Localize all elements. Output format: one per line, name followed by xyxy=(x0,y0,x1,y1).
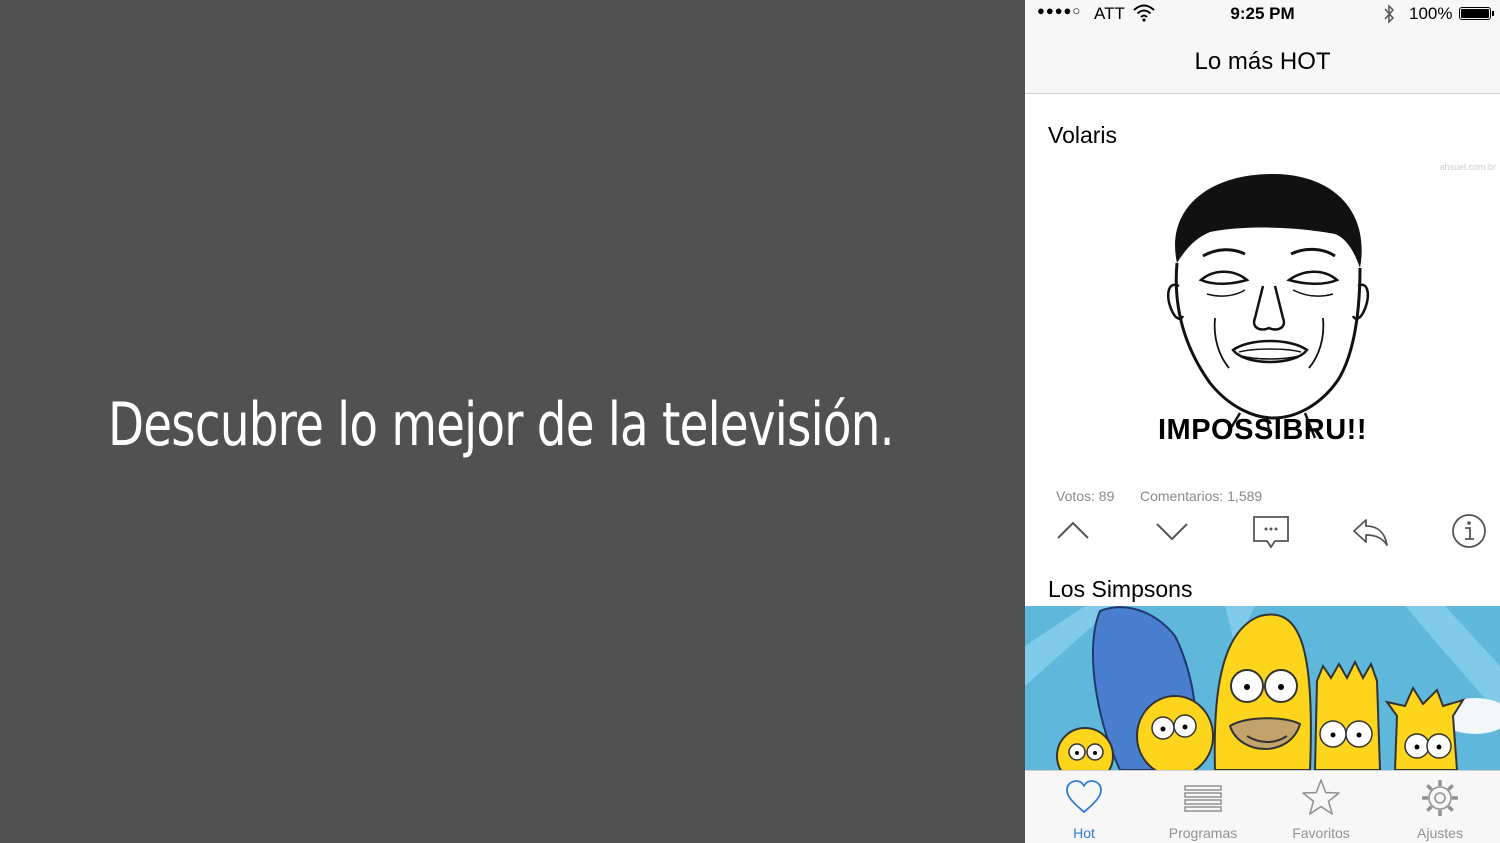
bluetooth-icon xyxy=(1384,4,1395,24)
tab-bar: Hot Programas Favoritos Ajustes xyxy=(1025,770,1500,843)
star-icon xyxy=(1302,779,1340,815)
info-icon xyxy=(1452,514,1486,548)
gear-icon xyxy=(1422,780,1458,816)
battery-percentage: 100% xyxy=(1409,4,1453,23)
list-icon xyxy=(1184,785,1222,812)
battery-cap xyxy=(1492,11,1494,16)
promo-tagline: Descubre lo mejor de la televisión. xyxy=(108,390,894,460)
chevron-down-icon xyxy=(1156,523,1188,541)
simpsons-image[interactable] xyxy=(1025,606,1500,770)
share-button[interactable] xyxy=(1350,511,1390,551)
upvote-button[interactable] xyxy=(1053,511,1093,551)
tab-favoritos[interactable]: Favoritos xyxy=(1262,771,1380,843)
chevron-up-icon xyxy=(1057,521,1089,539)
image-watermark: ahsuel.com.br xyxy=(1439,162,1496,172)
tab-programas[interactable]: Programas xyxy=(1144,771,1262,843)
tab-ajustes[interactable]: Ajustes xyxy=(1381,771,1499,843)
post-title[interactable]: Volaris xyxy=(1048,122,1117,149)
votes-count: Votos: 89 xyxy=(1056,488,1115,504)
tab-label: Ajustes xyxy=(1417,825,1463,841)
page-title: Lo más HOT xyxy=(1194,48,1331,75)
battery-icon xyxy=(1459,7,1491,20)
post-title[interactable]: Los Simpsons xyxy=(1048,576,1192,603)
phone-screen: ●●●●○ ATT 9:25 PM 100% Lo más HOT Volari… xyxy=(1025,0,1500,843)
heart-icon xyxy=(1066,780,1102,813)
status-bar: ●●●●○ ATT 9:25 PM 100% xyxy=(1025,0,1500,30)
downvote-button[interactable] xyxy=(1152,511,1192,551)
feed[interactable]: Volaris ahsuel.com.br IMPOSSIBRU!! Votos… xyxy=(1025,94,1500,770)
comments-count: Comentarios: 1,589 xyxy=(1140,488,1263,504)
meme-caption: IMPOSSIBRU!! xyxy=(1158,414,1367,446)
tab-hot[interactable]: Hot xyxy=(1025,771,1143,843)
tab-label: Favoritos xyxy=(1292,825,1350,841)
comment-button[interactable] xyxy=(1251,511,1291,551)
tab-label: Hot xyxy=(1073,825,1095,841)
info-button[interactable] xyxy=(1449,511,1489,551)
navigation-bar: Lo más HOT xyxy=(1025,30,1500,94)
tab-label: Programas xyxy=(1168,825,1238,841)
comment-icon xyxy=(1253,516,1289,549)
share-icon xyxy=(1353,519,1388,546)
